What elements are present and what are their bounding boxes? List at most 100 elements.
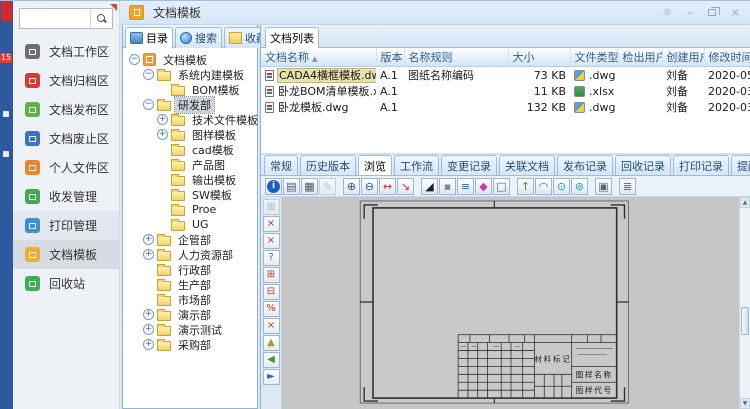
flag-tool-button[interactable]: ► xyxy=(263,369,280,385)
table-row[interactable]: 卧龙BOM清单模板.xlsxA.111 KB.xlsx刘备2020-03-18 xyxy=(261,83,750,99)
tree-node[interactable]: +采购部 xyxy=(125,337,257,352)
tree-node[interactable]: +演示部 xyxy=(125,307,257,322)
column-header[interactable]: 检出用户 xyxy=(618,48,662,67)
tree-tab[interactable]: 目录 xyxy=(125,27,173,48)
expand-icon[interactable]: + xyxy=(157,129,168,140)
delete-markup-button[interactable]: × xyxy=(263,318,280,334)
preview-scrollbar[interactable]: ▲ ▼ xyxy=(739,197,750,409)
tree-node[interactable]: +人力资源部 xyxy=(125,247,257,262)
window-minimize-button[interactable]: – xyxy=(687,7,693,18)
sidebar-item[interactable]: 打印管理 xyxy=(13,211,119,240)
scrollbar-thumb[interactable] xyxy=(741,307,749,335)
tree-node[interactable]: cad模板 xyxy=(125,142,257,157)
tree-node[interactable]: SW模板 xyxy=(125,187,257,202)
fit-page-button[interactable]: ↘ xyxy=(397,178,414,195)
tree-node[interactable]: 市场部 xyxy=(125,292,257,307)
table-row[interactable]: CADA4横框模板.dwgA.1图纸名称编码73 KB.dwg刘备2020-05… xyxy=(261,67,750,84)
dim-tool-1-button[interactable]: ⊞ xyxy=(263,267,280,283)
expand-icon[interactable]: + xyxy=(143,309,154,320)
window-close-button[interactable]: × xyxy=(731,7,740,18)
tab-doc-list[interactable]: 文档列表 xyxy=(265,27,319,48)
zoom-extents-button[interactable]: ⊚ xyxy=(571,178,588,195)
print-preview-button[interactable]: ▤ xyxy=(283,178,300,195)
scroll-up-arrow-icon[interactable]: ▲ xyxy=(740,197,750,208)
fit-width-button[interactable]: ↔ xyxy=(379,178,396,195)
zoom-window-button[interactable]: ⊙ xyxy=(553,178,570,195)
tree-node[interactable]: −研发部 xyxy=(125,97,257,112)
window-restore-button[interactable] xyxy=(708,9,716,16)
tree-node[interactable]: +图样模板 xyxy=(125,127,257,142)
column-header[interactable]: 修改时间 xyxy=(704,48,750,67)
detail-tab[interactable]: 变更记录 xyxy=(441,155,497,176)
sidebar-item[interactable]: 文档模板 xyxy=(13,240,119,269)
sidebar-item[interactable]: 回收站 xyxy=(13,269,119,298)
collapse-icon[interactable]: − xyxy=(143,69,154,80)
sidebar-item[interactable]: 个人文件区 xyxy=(13,153,119,182)
detail-tab[interactable]: 发布记录 xyxy=(557,155,613,176)
tree-node[interactable]: +企管部 xyxy=(125,232,257,247)
detail-tab[interactable]: 关联文档 xyxy=(499,155,555,176)
detail-tab[interactable]: 历史版本 xyxy=(300,155,356,176)
column-header[interactable]: 版本 xyxy=(376,48,404,67)
window-settings-button[interactable]: ☼ xyxy=(662,7,672,18)
shapes-button[interactable]: ◆ xyxy=(475,178,492,195)
sidebar-item[interactable]: 文档工作区 xyxy=(13,37,119,66)
tree-node[interactable]: 输出模板 xyxy=(125,172,257,187)
sidebar-item[interactable]: 文档归档区 xyxy=(13,66,119,95)
sidebar-item[interactable]: 文档废止区 xyxy=(13,124,119,153)
expand-icon[interactable]: + xyxy=(143,234,154,245)
page-button[interactable]: □ xyxy=(493,178,510,195)
detail-tab[interactable]: 回收记录 xyxy=(615,155,671,176)
detail-tab[interactable]: 浏览 xyxy=(358,155,392,176)
bookmark-button[interactable]: ▣ xyxy=(595,178,612,195)
table-row[interactable]: 卧龙模板.dwgA.1132 KB.dwg刘备2020-03-18 xyxy=(261,99,750,115)
redline-cut-button[interactable]: × xyxy=(263,216,280,232)
detail-tab[interactable]: 打印记录 xyxy=(673,155,729,176)
arrow-up-button[interactable]: ↑ xyxy=(517,178,534,195)
drawing-canvas[interactable]: 材料标记 图样名称 图样代号 xyxy=(282,197,739,409)
tree-node[interactable]: Proe xyxy=(125,202,257,217)
expand-icon[interactable]: + xyxy=(157,114,168,125)
expand-icon[interactable]: + xyxy=(143,249,154,260)
zoom-out-button[interactable]: ⊖ xyxy=(361,178,378,195)
tree-node[interactable]: −文档模板 xyxy=(125,52,257,67)
arrow-tool-button[interactable]: ◀ xyxy=(263,352,280,368)
print-button[interactable]: ▦ xyxy=(301,178,318,195)
column-header[interactable]: 创建用户 xyxy=(662,48,704,67)
pixel-button[interactable]: ▪ xyxy=(439,178,456,195)
sidebar-item[interactable]: 文档发布区 xyxy=(13,95,119,124)
column-header[interactable]: 文档名称▲ xyxy=(261,48,376,67)
sidebar-item[interactable]: 收发管理 xyxy=(13,182,119,211)
dim-tool-2-button[interactable]: ⊟ xyxy=(263,284,280,300)
expand-icon[interactable]: + xyxy=(143,339,154,350)
tree-node[interactable]: BOM模板 xyxy=(125,82,257,97)
tree-node[interactable]: +技术文件模板 xyxy=(125,112,257,127)
tree-tab[interactable]: 搜索 xyxy=(175,27,222,48)
compare-button[interactable]: ≣ xyxy=(619,178,636,195)
scroll-down-arrow-icon[interactable]: ▼ xyxy=(740,398,750,409)
layers-button[interactable]: ≡ xyxy=(457,178,474,195)
percent-tool-button[interactable]: % xyxy=(263,301,280,317)
expand-icon[interactable]: + xyxy=(143,324,154,335)
search-button[interactable] xyxy=(90,9,112,28)
search-input[interactable] xyxy=(20,9,90,28)
column-header[interactable]: 名称规则 xyxy=(404,48,508,67)
column-header[interactable]: 大小 xyxy=(508,48,570,67)
pan-hand-button[interactable]: ◠ xyxy=(535,178,552,195)
info-button[interactable]: i xyxy=(265,178,282,195)
contrast-button[interactable]: ◢ xyxy=(421,178,438,195)
detail-tab[interactable]: 工作流 xyxy=(394,155,439,176)
detail-tab[interactable]: 常规 xyxy=(264,155,298,176)
redline-mark-button[interactable]: × xyxy=(263,233,280,249)
tree-node[interactable]: 行政部 xyxy=(125,262,257,277)
tree-node[interactable]: +演示测试 xyxy=(125,322,257,337)
tree-node[interactable]: −系统内建模板 xyxy=(125,67,257,82)
column-header[interactable]: 文件类型 xyxy=(570,48,618,67)
zoom-in-button[interactable]: ⊕ xyxy=(343,178,360,195)
tree-node[interactable]: 产品图 xyxy=(125,157,257,172)
collapse-icon[interactable]: − xyxy=(143,99,154,110)
tree-node[interactable]: UG xyxy=(125,217,257,232)
collapse-icon[interactable]: − xyxy=(129,54,140,65)
query-button[interactable]: ? xyxy=(263,250,280,266)
tree-node[interactable]: 生产部 xyxy=(125,277,257,292)
